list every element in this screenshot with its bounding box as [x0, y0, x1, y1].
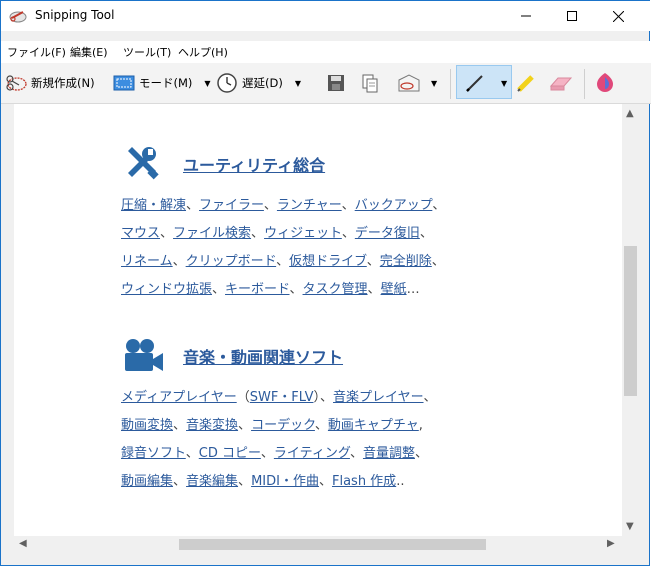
snip-content: ユーティリティ総合 圧縮・解凍、ファイラー、ランチャー、バックアップ、 マウス、… [14, 104, 622, 536]
rectangle-mode-icon [113, 75, 135, 91]
link-line: メディアプレイヤー（SWF・FLV）、音楽プレイヤー、 [121, 390, 437, 405]
new-snip-label: 新規作成(N) [31, 76, 95, 90]
scroll-up-icon[interactable]: ▲ [626, 109, 634, 119]
scroll-left-icon[interactable]: ◀ [19, 539, 27, 549]
delay-button[interactable]: 遅延(D) ▼ [216, 68, 301, 98]
mode-label: モード(M) [139, 76, 193, 90]
save-icon [328, 75, 344, 91]
link-item[interactable]: ランチャー [277, 198, 342, 213]
paint3d-button[interactable] [594, 68, 616, 98]
title-bar: Snipping Tool [1, 1, 651, 31]
link-item[interactable]: 動画編集 [121, 474, 173, 489]
link-item[interactable]: ウィジェット [264, 226, 342, 241]
new-snip-button[interactable]: 新規作成(N) [5, 68, 95, 98]
close-button[interactable] [595, 1, 641, 31]
minimize-button[interactable] [503, 1, 549, 31]
link-line: 圧縮・解凍、ファイラー、ランチャー、バックアップ、 [121, 198, 446, 213]
scissors-icon [9, 11, 27, 23]
link-item[interactable]: ライティング [274, 446, 350, 461]
new-snip-icon [6, 75, 27, 91]
delay-dropdown-icon[interactable]: ▼ [295, 79, 301, 88]
highlighter-icon [517, 75, 534, 92]
toolbar-separator [450, 69, 451, 99]
link-item[interactable]: 仮想ドライブ [289, 254, 367, 269]
scroll-right-icon[interactable]: ▶ [607, 539, 615, 549]
menu-bar: ファイル(F) 編集(E) ツール(T) ヘルプ(H) [1, 41, 651, 63]
email-icon [398, 74, 420, 92]
link-line: 録音ソフト、CD コピー、ライティング、音量調整、 [121, 446, 428, 461]
link-item[interactable]: ウィンドウ拡張 [121, 282, 212, 297]
maximize-icon [567, 11, 577, 21]
link-item[interactable]: 音量調整 [363, 446, 415, 461]
highlighter-button[interactable] [514, 68, 538, 98]
link-item[interactable]: リネーム [121, 254, 173, 269]
link-item[interactable]: 音楽変換 [186, 418, 238, 433]
link-item[interactable]: SWF・FLV [250, 390, 314, 405]
send-email-button[interactable]: ▼ [397, 68, 437, 98]
save-button[interactable] [326, 68, 346, 98]
link-item[interactable]: 完全削除 [380, 254, 432, 269]
eraser-icon [549, 77, 573, 91]
scroll-down-icon[interactable]: ▼ [626, 522, 634, 532]
paint3d-icon [597, 73, 613, 92]
link-item[interactable]: 圧縮・解凍 [121, 198, 186, 213]
resize-grip[interactable] [622, 536, 639, 553]
snipping-tool-window: Snipping Tool ファイル(F) 編集(E) ツール(T) ヘルプ(H… [0, 0, 651, 566]
maximize-button[interactable] [549, 1, 595, 31]
link-item[interactable]: MIDI・作曲 [251, 474, 319, 489]
link-item[interactable]: 壁紙 [381, 282, 407, 297]
delay-label: 遅延(D) [242, 76, 283, 90]
copy-button[interactable] [360, 68, 380, 98]
link-item[interactable]: コーデック [251, 418, 315, 433]
toolbar-separator-2 [584, 69, 585, 99]
pen-dropdown-icon[interactable]: ▼ [501, 79, 507, 88]
horizontal-scroll-thumb[interactable] [179, 539, 486, 550]
link-item[interactable]: 音楽プレイヤー [333, 390, 423, 405]
section-title-utilities[interactable]: ユーティリティ総合 [183, 152, 325, 176]
video-camera-icon [125, 339, 163, 371]
link-item[interactable]: マウス [121, 226, 160, 241]
link-item[interactable]: 音楽編集 [186, 474, 238, 489]
send-dropdown-icon[interactable]: ▼ [431, 79, 437, 88]
link-item[interactable]: 録音ソフト [121, 446, 186, 461]
link-item[interactable]: キーボード [225, 282, 289, 297]
mode-dropdown-icon[interactable]: ▼ [204, 79, 210, 88]
pen-icon [466, 75, 483, 92]
copy-icon [362, 74, 378, 93]
eraser-button[interactable] [548, 68, 574, 98]
menu-tools[interactable]: ツール(T) [123, 44, 171, 60]
link-item[interactable]: メディアプレイヤー [121, 390, 237, 405]
window-title: Snipping Tool [35, 8, 115, 22]
pen-button[interactable]: ▼ [463, 68, 507, 98]
link-line: リネーム、クリップボード、仮想ドライブ、完全削除、 [121, 254, 445, 269]
link-line: マウス、ファイル検索、ウィジェット、データ復旧、 [121, 226, 433, 241]
link-item[interactable]: CD コピー [199, 446, 261, 461]
link-line: 動画編集、音楽編集、MIDI・作曲、Flash 作成.. [121, 474, 405, 489]
link-item[interactable]: ファイル検索 [173, 226, 251, 241]
clock-icon [217, 73, 237, 93]
section-title-media[interactable]: 音楽・動画関連ソフト [183, 344, 343, 368]
link-item[interactable]: バックアップ [355, 198, 433, 213]
minimize-icon [521, 15, 531, 17]
vertical-scroll-thumb[interactable] [624, 246, 637, 396]
link-item[interactable]: 動画変換 [121, 418, 173, 433]
close-icon [612, 10, 624, 22]
link-item[interactable]: クリップボード [186, 254, 276, 269]
menu-edit[interactable]: 編集(E) [70, 44, 108, 60]
mode-button[interactable]: モード(M) ▼ [113, 68, 211, 98]
link-item[interactable]: Flash 作成 [332, 474, 396, 489]
tools-icon [128, 147, 159, 180]
link-line: 動画変換、音楽変換、コーデック、動画キャプチャ, [121, 418, 423, 433]
link-item[interactable]: 動画キャプチャ [328, 418, 419, 433]
link-line: ウィンドウ拡張、キーボード、タスク管理、壁紙… [121, 282, 420, 297]
menu-help[interactable]: ヘルプ(H) [178, 44, 228, 60]
link-item[interactable]: タスク管理 [303, 282, 368, 297]
menu-file[interactable]: ファイル(F) [7, 44, 66, 60]
link-item[interactable]: データ復旧 [355, 226, 420, 241]
link-item[interactable]: ファイラー [199, 198, 264, 213]
